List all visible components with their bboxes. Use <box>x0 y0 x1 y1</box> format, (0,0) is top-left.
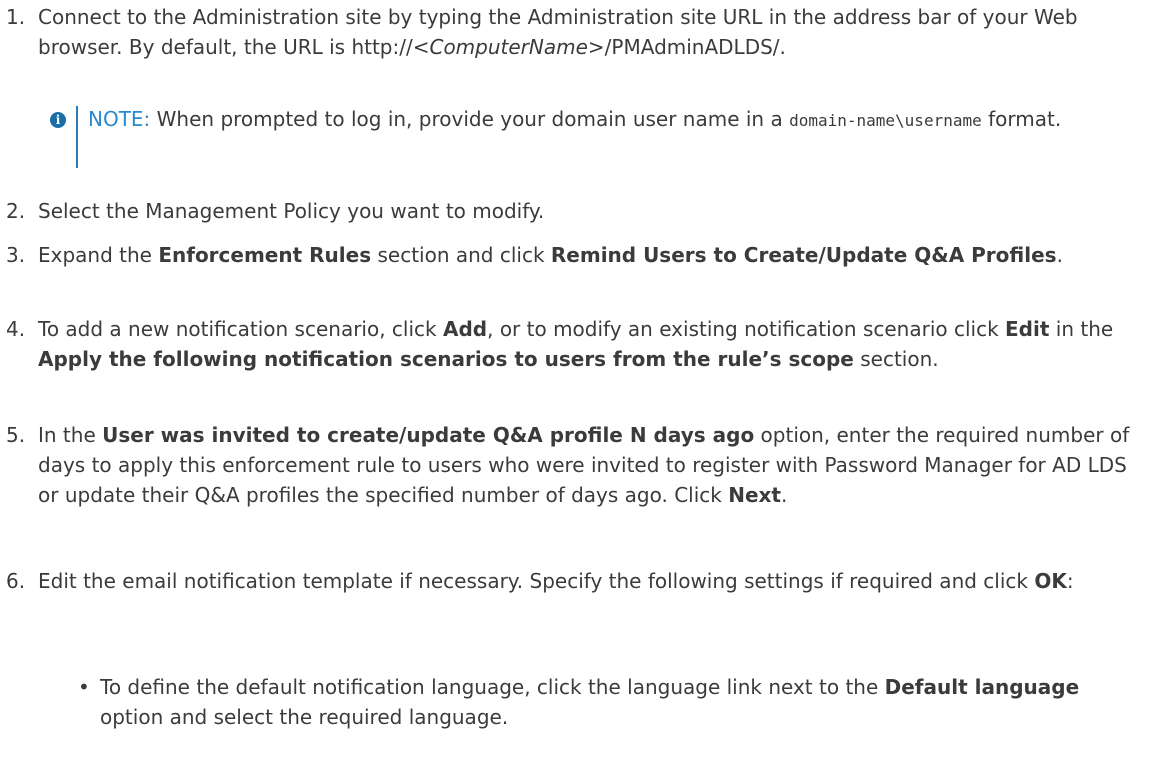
info-icon: i <box>50 112 66 128</box>
document-page: 1. Connect to the Administration site by… <box>0 0 1164 770</box>
bullet-text: To define the default notification langu… <box>100 675 1080 729</box>
step-5: 5. In the User was invited to create/upd… <box>6 420 1146 510</box>
step-number: 5. <box>6 423 26 447</box>
bullet-glyph: • <box>78 675 90 699</box>
step-text: Edit the email notification template if … <box>38 569 1074 593</box>
step-text: Expand the Enforcement Rules section and… <box>38 243 1063 267</box>
step-text: In the User was invited to create/update… <box>38 423 1130 507</box>
step-number: 3. <box>6 243 26 267</box>
step-text: To add a new notification scenario, clic… <box>38 317 1114 371</box>
step-number: 1. <box>6 5 26 29</box>
bullet-item: • To define the default notification lan… <box>78 672 1138 732</box>
note-divider <box>76 106 78 168</box>
step-number: 2. <box>6 199 26 223</box>
step-4: 4. To add a new notification scenario, c… <box>6 314 1146 374</box>
note-callout: i NOTE: When prompted to log in, provide… <box>50 104 1110 168</box>
note-text: NOTE: When prompted to log in, provide y… <box>88 107 1062 131</box>
computer-name-placeholder: ComputerName <box>429 35 588 59</box>
step-number: 6. <box>6 569 26 593</box>
step-text: Select the Management Policy you want to… <box>38 199 545 223</box>
step-2: 2. Select the Management Policy you want… <box>6 196 1146 226</box>
step-number: 4. <box>6 317 26 341</box>
step-3: 3. Expand the Enforcement Rules section … <box>6 240 1146 270</box>
step-text: Connect to the Administration site by ty… <box>38 5 1078 59</box>
username-format-code: domain-name\username <box>789 111 982 130</box>
step-6: 6. Edit the email notification template … <box>6 566 1146 596</box>
note-label: NOTE: <box>88 107 151 131</box>
step-1: 1. Connect to the Administration site by… <box>6 2 1146 62</box>
